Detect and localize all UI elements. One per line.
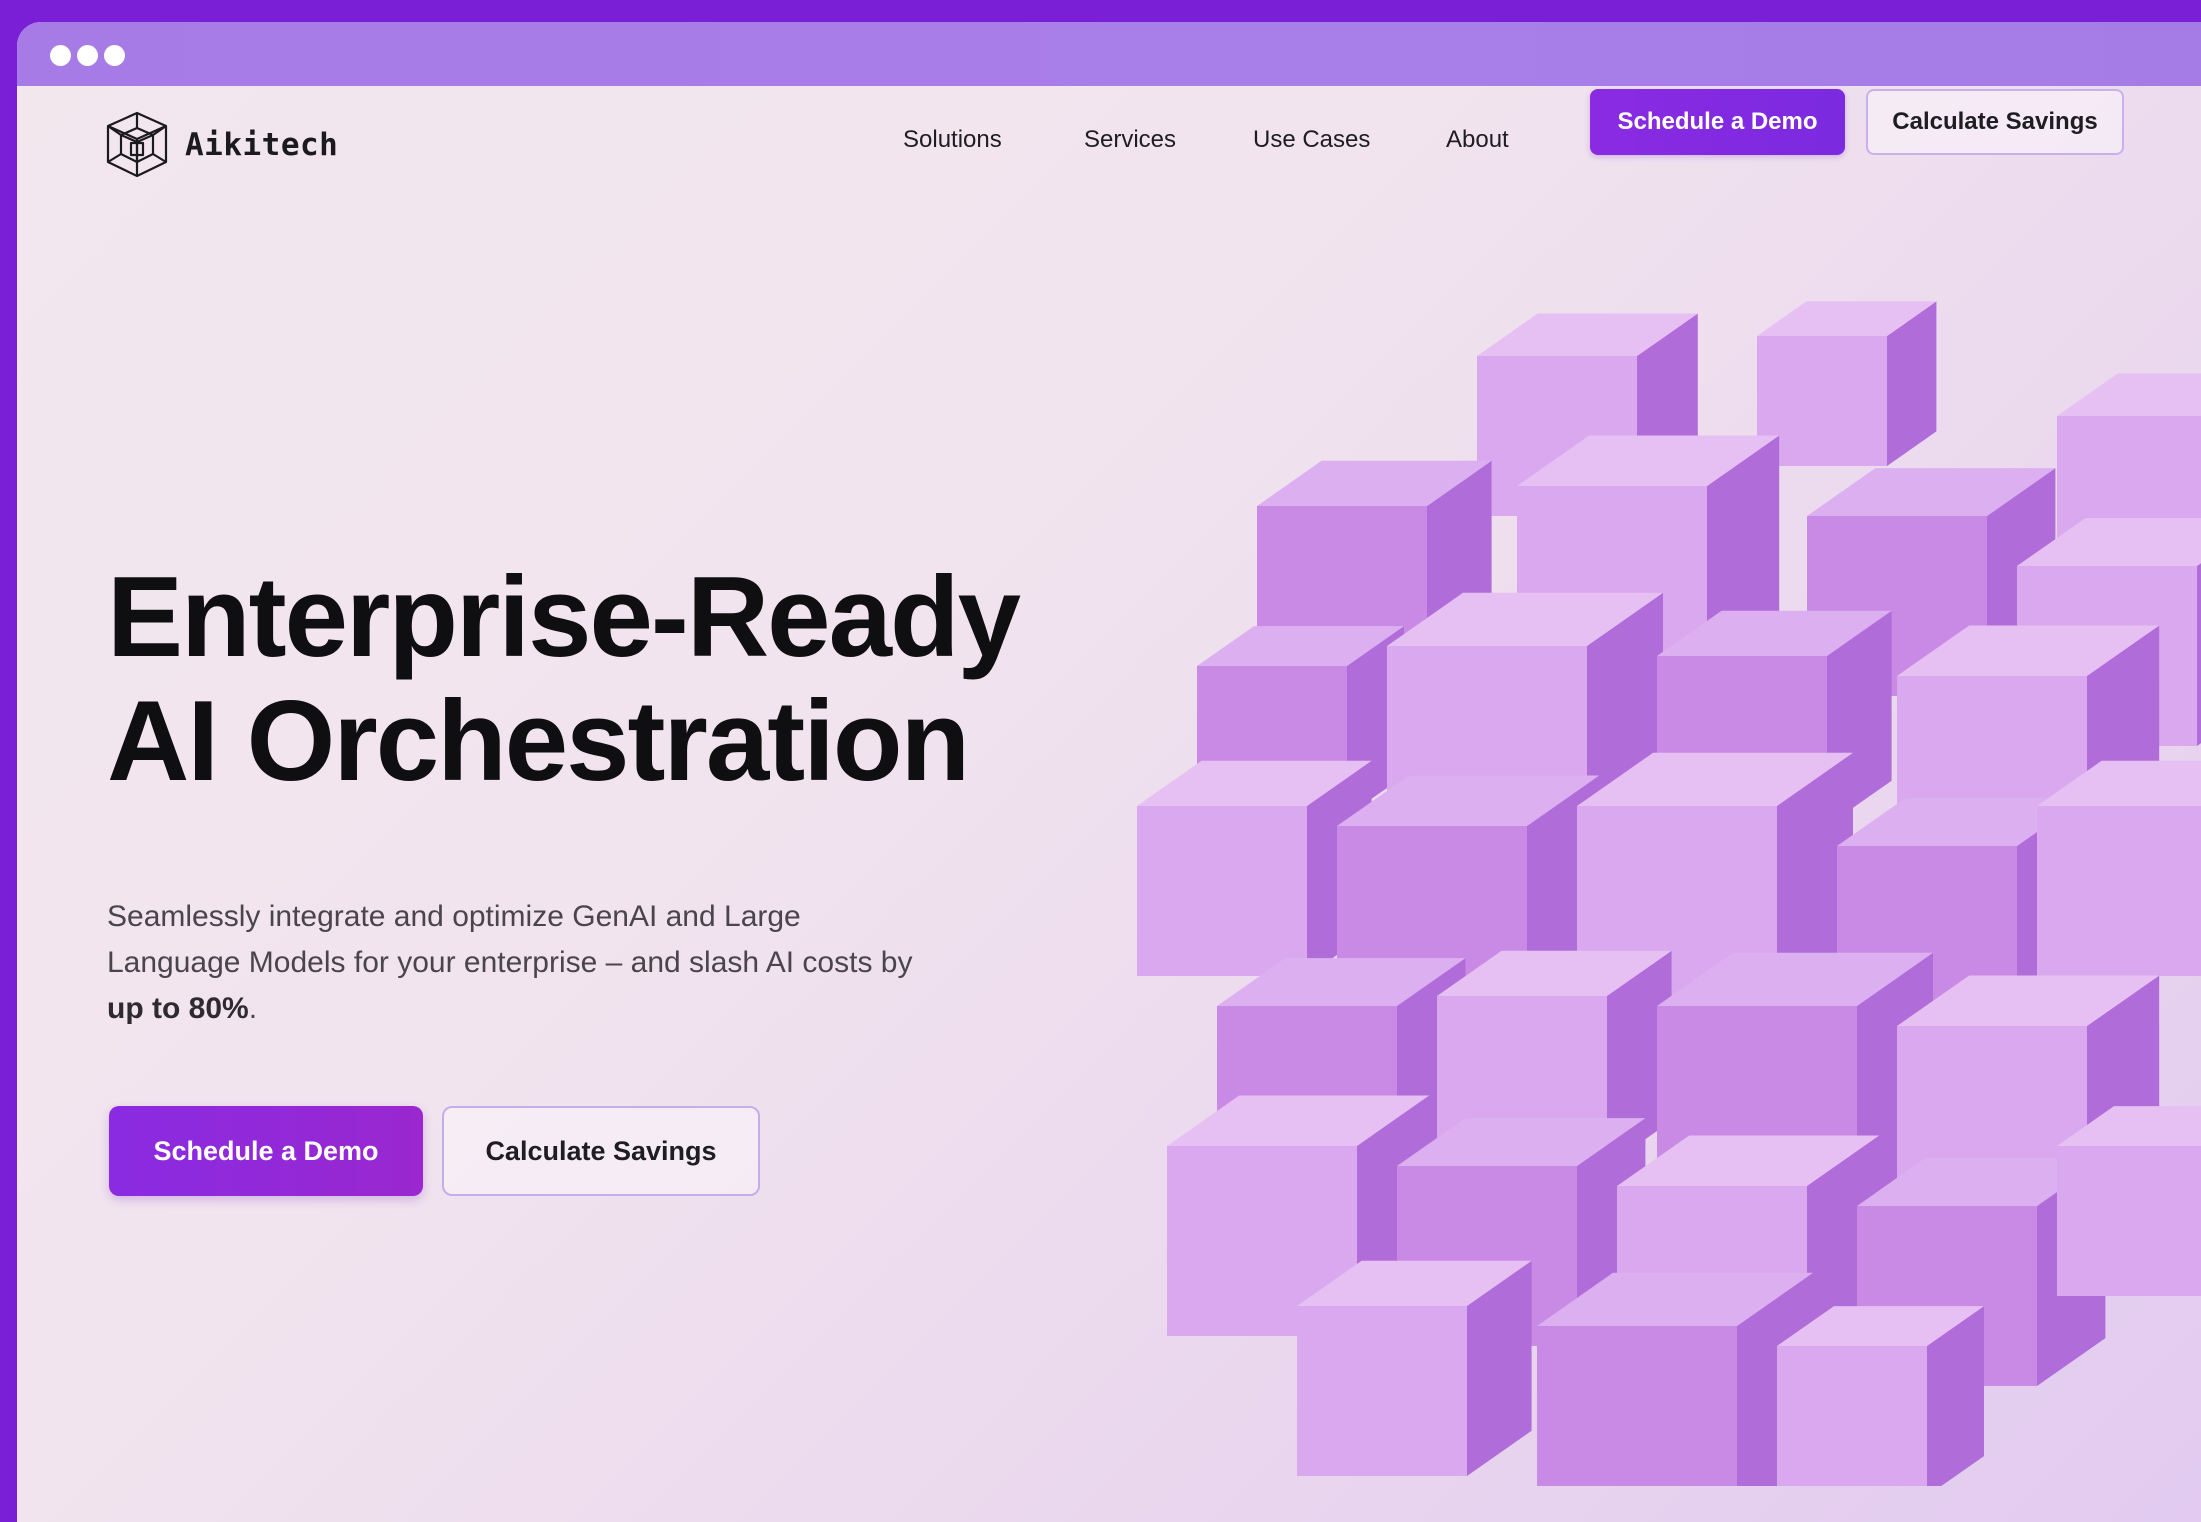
hero-schedule-demo-button[interactable]: Schedule a Demo [109, 1106, 423, 1196]
nav-link-services[interactable]: Services [1084, 126, 1176, 154]
hero-subtitle: Seamlessly integrate and optimize GenAI … [107, 894, 937, 1032]
nav-link-solutions[interactable]: Solutions [903, 126, 1002, 154]
hero-subtitle-emphasis: up to 80% [107, 992, 249, 1025]
minimize-dot[interactable] [77, 45, 98, 66]
nav-calculate-savings-button[interactable]: Calculate Savings [1866, 89, 2124, 155]
landing-page: Aikitech Solutions Services Use Cases Ab… [17, 86, 2201, 1522]
window-chrome-bar [17, 22, 2201, 86]
nav-schedule-demo-button[interactable]: Schedule a Demo [1590, 89, 1845, 155]
hero-title: Enterprise-Ready AI Orchestration [107, 554, 1021, 805]
purple-cube-cluster-illustration [1137, 246, 2201, 1522]
cube-block [1137, 760, 1372, 976]
cube-block [1777, 1306, 1984, 1496]
cube-block [1757, 301, 1937, 466]
hero-calculate-savings-button[interactable]: Calculate Savings [442, 1106, 760, 1196]
browser-window: Aikitech Solutions Services Use Cases Ab… [17, 22, 2201, 1522]
cube-block [1537, 1272, 1813, 1522]
cube-block [2057, 1106, 2201, 1296]
cube-wireframe-icon [105, 110, 169, 180]
hero-title-line2: AI Orchestration [107, 678, 970, 805]
hero-subtitle-end: . [248, 992, 258, 1025]
cube-block [1297, 1260, 1532, 1476]
nav-link-use-cases[interactable]: Use Cases [1253, 126, 1370, 154]
cube-block [2037, 760, 2201, 976]
brand-name: Aikitech [185, 127, 339, 163]
close-dot[interactable] [50, 45, 71, 66]
hero-title-line1: Enterprise-Ready [107, 554, 1021, 681]
nav-link-about[interactable]: About [1446, 126, 1509, 154]
hero-subtitle-text: Seamlessly integrate and optimize GenAI … [107, 900, 913, 979]
maximize-dot[interactable] [104, 45, 125, 66]
brand-logo[interactable]: Aikitech [105, 110, 338, 180]
